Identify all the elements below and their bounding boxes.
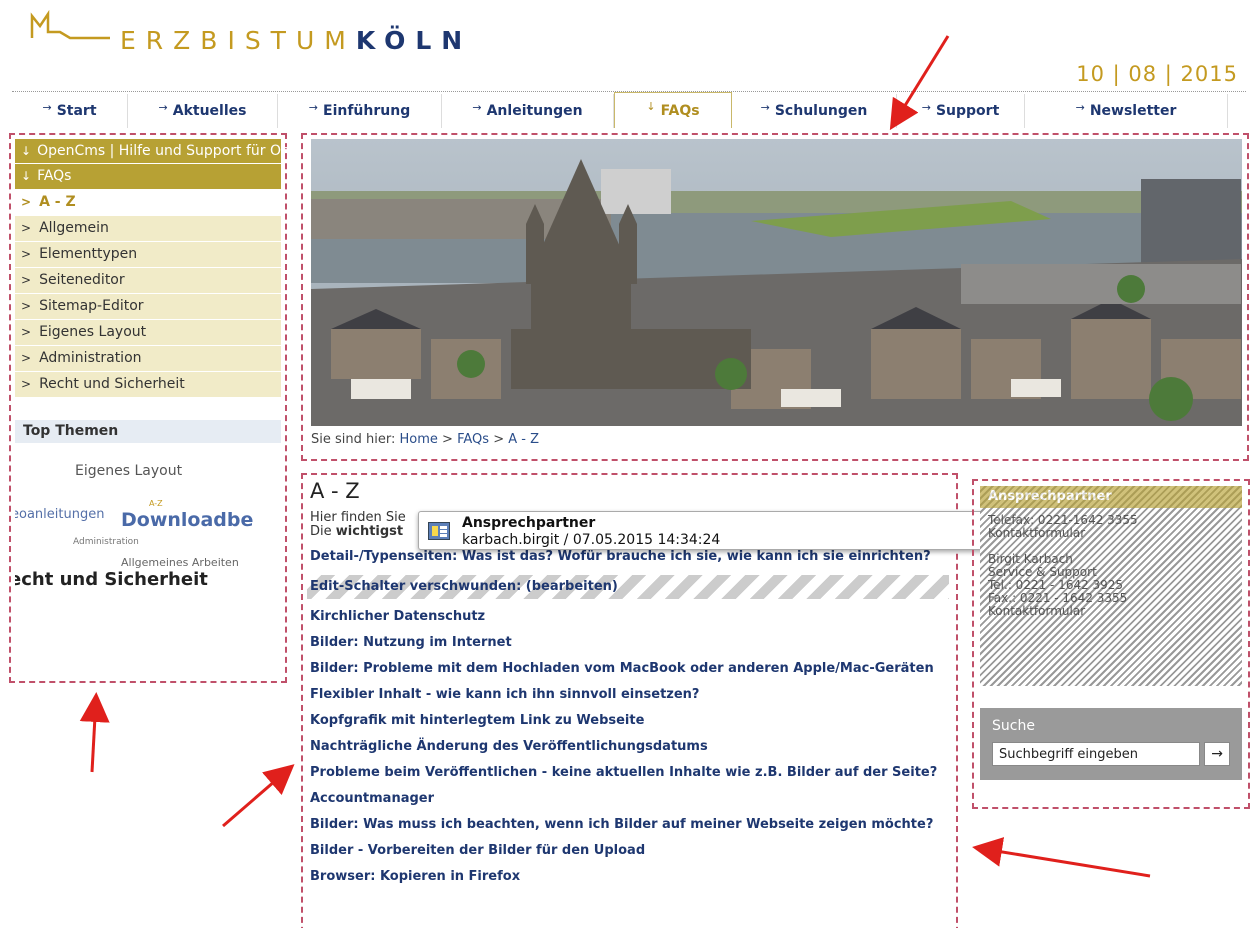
faq-link[interactable]: Nachträgliche Änderung des Veröffentlich… [310, 739, 949, 755]
chevron-right-icon: > [21, 221, 32, 235]
arrow-down-icon: ↓ [21, 144, 32, 158]
tag-link[interactable]: eoanleitungen [15, 507, 104, 522]
page: ERZBISTUMKÖLN 10 | 08 | 2015 → Start → Aktu… [0, 0, 1250, 928]
right-sidebar: Ansprechpartner Telefax: 0221-1642 3355 K… [972, 479, 1250, 809]
logo-wordmark: ERZBISTUMKÖLN [120, 26, 473, 55]
contact-box: Ansprechpartner Telefax: 0221-1642 3355 K… [980, 486, 1242, 686]
faq-link[interactable]: Kopfgrafik mit hinterlegtem Link zu Webs… [310, 713, 949, 729]
tag-link[interactable]: Downloadbe [121, 509, 253, 531]
left-sidebar: ↓ OpenCms | Hilfe und Support für Online-… [9, 133, 531, 683]
faq-link[interactable]: Browser: Kopieren in Firefox [310, 869, 949, 885]
search-title: Suche [992, 718, 1035, 734]
nav-item-opencms[interactable]: ↓ OpenCms | Hilfe und Support für Online-… [15, 139, 531, 164]
nav-item-allgemein[interactable]: > Allgemein [15, 216, 281, 242]
nav-item-a-z[interactable]: > A - Z [15, 190, 281, 216]
nav-tab-schulungen[interactable]: → Schulungen [732, 94, 897, 128]
faq-link[interactable]: Bilder: Was muss ich beachten, wenn ich … [310, 817, 949, 833]
nav-tab-support[interactable]: → Support [897, 94, 1025, 128]
nav-item-elementtypen[interactable]: > Elementtypen [15, 242, 281, 268]
arrow-right-icon: → [1075, 100, 1085, 114]
faq-link[interactable]: Edit-Schalter verschwunden: (bearbeiten) [307, 575, 949, 599]
arrow-right-icon: → [158, 100, 168, 114]
chevron-right-icon: > [21, 195, 32, 209]
arrow-down-icon: ↓ [646, 100, 656, 113]
nav-item-administration[interactable]: > Administration [15, 346, 281, 372]
faq-link[interactable]: Detail-/Typenseiten: Was ist das? Wofür … [310, 549, 949, 565]
chevron-right-icon: > [21, 273, 32, 287]
nav-item-faqs[interactable]: ↓ FAQs [15, 164, 281, 190]
contact-details: Telefax: 0221-1642 3355 Kontaktformular Bi… [980, 508, 1242, 624]
tag-link[interactable]: Administration [73, 537, 139, 547]
tag-link[interactable]: A-Z [149, 499, 163, 508]
cathedral-logo-icon [30, 10, 110, 40]
banner-section: Sie sind hier: Home > FAQs > A - Z [301, 133, 1249, 461]
arrow-down-icon: ↓ [21, 169, 32, 183]
nav-item-seiteneditor[interactable]: > Seiteneditor [15, 268, 281, 294]
search-input[interactable] [992, 742, 1201, 766]
element-icon [428, 522, 450, 540]
page-title: A - Z [310, 479, 360, 503]
nav-tab-anleitungen[interactable]: → Anleitungen [442, 94, 614, 128]
chevron-right-icon: > [21, 247, 32, 261]
breadcrumb-home-link[interactable]: Home [400, 432, 438, 447]
tag-link[interactable]: Eigenes Layout [75, 463, 182, 479]
nav-tab-start[interactable]: → Start [12, 94, 128, 128]
faq-link[interactable]: Bilder: Nutzung im Internet [310, 635, 949, 651]
annotation-arrow [972, 837, 1151, 878]
arrow-right-icon: → [921, 100, 931, 114]
faq-list: Detail-/Typenseiten: Was ist das? Wofür … [307, 549, 949, 885]
search-submit-button[interactable]: → [1204, 742, 1230, 766]
main-navigation: → Start → Aktuelles → Einführung → Anleitungen ↓… [12, 92, 1246, 128]
tag-link[interactable]: echt und Sicherheit [15, 569, 208, 590]
date-display: 10 | 08 | 2015 [1076, 62, 1238, 86]
faq-link[interactable]: Accountmanager [310, 791, 949, 807]
nav-item-recht-und-sicherheit[interactable]: > Recht und Sicherheit [15, 372, 281, 398]
chevron-right-icon: > [21, 299, 32, 313]
faq-link[interactable]: Probleme beim Veröffentlichen - keine ak… [310, 765, 949, 781]
nav-tab-newsletter[interactable]: → Newsletter [1025, 94, 1228, 128]
chevron-right-icon: > [21, 325, 32, 339]
subnav-list: > Allgemein > Elementtypen > Seiteneditor > Sit… [15, 216, 281, 398]
faq-link[interactable]: Kirchlicher Datenschutz [310, 609, 949, 625]
faq-link[interactable]: Bilder - Vorbereiten der Bilder für den … [310, 843, 949, 859]
breadcrumb-current-link[interactable]: A - Z [508, 432, 539, 447]
popup-subtitle: karbach.birgit / 07.05.2015 14:34:24 [462, 532, 721, 548]
nav-item-sitemap-editor[interactable]: > Sitemap-Editor [15, 294, 281, 320]
popup-title: Ansprechpartner [462, 515, 596, 531]
nav-tab-faqs[interactable]: ↓ FAQs [614, 92, 732, 128]
arrow-right-icon: → [308, 100, 318, 114]
contact-form-link[interactable]: Kontaktformular [988, 527, 1234, 540]
search-box: Suche → [980, 708, 1242, 780]
header-image [311, 139, 1242, 426]
faq-link[interactable]: Flexibler Inhalt - wie kann ich ihn sinn… [310, 687, 949, 703]
annotation-arrow [79, 692, 110, 773]
arrow-right-icon: → [472, 100, 482, 114]
contact-title: Ansprechpartner [980, 486, 1242, 508]
arrow-right-icon: → [42, 100, 52, 114]
chevron-right-icon: > [21, 351, 32, 365]
nav-item-eigenes-layout[interactable]: > Eigenes Layout [15, 320, 281, 346]
arrow-right-icon: → [760, 100, 770, 114]
breadcrumb-faqs-link[interactable]: FAQs [457, 432, 489, 447]
faq-link[interactable]: Bilder: Probleme mit dem Hochladen vom M… [310, 661, 949, 677]
tag-cloud: Eigenes Layout eoanleitungen A-Z Downloa… [15, 443, 281, 623]
breadcrumb: Sie sind hier: Home > FAQs > A - Z [311, 432, 539, 447]
nav-tab-aktuelles[interactable]: → Aktuelles [128, 94, 278, 128]
annotation-arrow [222, 764, 295, 828]
tag-link[interactable]: Allgemeines Arbeiten [121, 556, 239, 569]
chevron-right-icon: > [21, 377, 32, 391]
contact-form-link[interactable]: Kontaktformular [988, 605, 1234, 618]
top-themen-heading: Top Themen [15, 420, 281, 443]
nav-tab-einführung[interactable]: → Einführung [278, 94, 442, 128]
